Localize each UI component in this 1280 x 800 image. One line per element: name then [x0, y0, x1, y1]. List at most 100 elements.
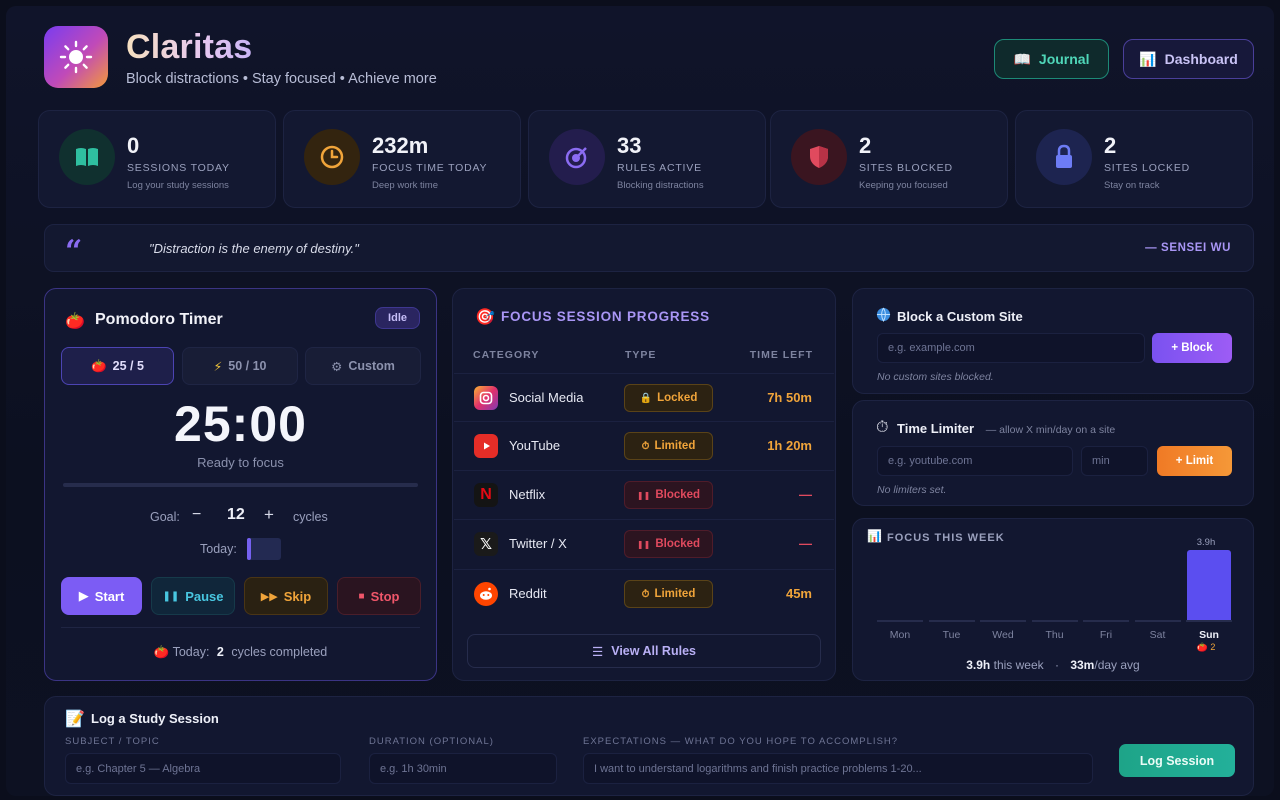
tomato-icon: 🍅: [65, 313, 85, 330]
lock-icon: 🔒: [639, 392, 653, 404]
journal-button[interactable]: 📖 Journal: [994, 39, 1109, 79]
row-name: Social Media: [509, 390, 584, 405]
block-site-title: Block a Custom Site: [897, 309, 1023, 324]
start-button[interactable]: ▶ Start: [61, 577, 142, 615]
view-all-rules-button[interactable]: ☰ View All Rules: [467, 634, 821, 668]
goal-value: 12: [227, 506, 245, 523]
start-label: Start: [94, 588, 125, 604]
today-row: Today:: [45, 537, 436, 561]
table-row[interactable]: YouTube ⏱ Limited 1h 20m: [454, 421, 834, 469]
stop-button[interactable]: ■ Stop: [337, 577, 421, 615]
focus-progress-title: FOCUS SESSION PROGRESS: [501, 309, 710, 324]
day-label: Fri: [1099, 629, 1113, 641]
stat-value: 33: [617, 133, 642, 158]
focus-week-panel: 📊 FOCUS THIS WEEK Mon Tue Wed Thu Fri Sat Sun …: [852, 518, 1254, 681]
sun-note: 🍅 2: [1196, 642, 1216, 652]
bar-baseline: [1031, 620, 1078, 622]
timer-state: Ready to focus: [197, 455, 284, 470]
pause-icon: ❚❚: [162, 590, 180, 602]
pause-button[interactable]: ❚❚ Pause: [151, 577, 235, 615]
book-icon: [59, 129, 115, 185]
pause-label: Pause: [185, 588, 224, 604]
pomodoro-panel: 🍅 Pomodoro Timer Idle 🍅 25 / 5 ⚡ 50 / 10…: [44, 288, 437, 681]
limit-minutes-input[interactable]: min: [1081, 446, 1148, 476]
type-label: Limited: [654, 588, 696, 600]
log-session-button[interactable]: Log Session: [1119, 744, 1235, 777]
shield-icon: [791, 129, 847, 185]
row-name: Netflix: [509, 487, 546, 502]
expectations-input[interactable]: I want to understand logarithms and fini…: [583, 753, 1093, 784]
goal-row: Goal: − 12 + cycles: [45, 505, 436, 529]
day-label: Sat: [1149, 629, 1166, 641]
table-row[interactable]: Reddit ⏱ Limited 45m: [454, 569, 834, 617]
subject-label: SUBJECT / TOPIC: [65, 736, 160, 747]
table-row[interactable]: 𝕏 Twitter / X ❚❚ Blocked —: [454, 519, 834, 567]
bar-sun: [1187, 550, 1231, 620]
chart-icon: 📊: [1139, 50, 1157, 67]
time-left: 7h 50m: [767, 390, 812, 405]
goal-increment-button[interactable]: +: [264, 505, 274, 525]
limit-button[interactable]: + Limit: [1157, 446, 1232, 476]
log-session-panel: 📝 Log a Study Session SUBJECT / TOPIC DU…: [44, 696, 1254, 796]
row-name: Reddit: [509, 586, 547, 601]
type-badge: ⏱ Limited: [624, 432, 713, 460]
block-button[interactable]: + Block: [1152, 333, 1232, 363]
limit-site-input[interactable]: e.g. youtube.com: [877, 446, 1073, 476]
stat-label: FOCUS TIME TODAY: [372, 162, 488, 174]
skip-label: Skip: [283, 588, 312, 604]
block-site-input[interactable]: e.g. example.com: [877, 333, 1145, 363]
pomodoro-title: Pomodoro Timer: [95, 311, 223, 328]
week-total: 3.9h: [966, 658, 991, 672]
netflix-icon: N: [474, 483, 498, 507]
limit-empty-state: No limiters set.: [877, 484, 947, 496]
sun-icon: [59, 40, 93, 74]
duration-label: DURATION (OPTIONAL): [369, 736, 494, 747]
bar-baseline: [928, 620, 975, 622]
table-row[interactable]: Social Media 🔒 Locked 7h 50m: [454, 373, 834, 421]
stop-label: Stop: [370, 588, 400, 604]
row-name: YouTube: [509, 438, 561, 453]
tab-50-10[interactable]: ⚡ 50 / 10: [182, 347, 298, 385]
tab-25-5[interactable]: 🍅 25 / 5: [61, 347, 174, 385]
x-icon: 𝕏: [474, 532, 498, 556]
stat-card-focus-time: 232m FOCUS TIME TODAY Deep work time: [283, 110, 521, 208]
type-label: Blocked: [655, 538, 701, 550]
goal-decrement-button[interactable]: −: [192, 506, 201, 524]
view-all-label: View All Rules: [611, 644, 696, 658]
skip-button[interactable]: ▶▶ Skip: [244, 577, 328, 615]
type-label: Blocked: [655, 489, 701, 501]
day-label: Mon: [889, 629, 911, 641]
block-empty-state: No custom sites blocked.: [877, 371, 994, 383]
list-icon: ☰: [592, 644, 604, 659]
quote-icon: “: [65, 234, 83, 269]
table-row[interactable]: N Netflix ❚❚ Blocked —: [454, 470, 834, 518]
lock-icon: [1036, 129, 1092, 185]
focus-progress-panel: 🎯 FOCUS SESSION PROGRESS CATEGORY TYPE T…: [452, 288, 836, 681]
stat-label: RULES ACTIVE: [617, 162, 702, 174]
bar-baseline: [877, 620, 923, 622]
day-label: Tue: [942, 629, 961, 641]
completed-suffix: cycles completed: [231, 645, 328, 659]
tab-label: Custom: [348, 359, 395, 373]
duration-input[interactable]: e.g. 1h 30min: [369, 753, 557, 784]
reddit-icon: [474, 582, 498, 606]
column-header-time-left: TIME LEFT: [749, 349, 813, 361]
stat-card-locked: 2 SITES LOCKED Stay on track: [1015, 110, 1253, 208]
book-icon: 📖: [1013, 50, 1031, 67]
journal-label: Journal: [1038, 51, 1090, 67]
time-limiter-hint: — allow X min/day on a site: [985, 424, 1116, 436]
type-badge: ❚❚ Blocked: [624, 481, 713, 509]
time-limiter-panel: ⏱ Time Limiter — allow X min/day on a si…: [852, 400, 1254, 506]
day-label: Sun: [1199, 629, 1219, 641]
tab-custom[interactable]: ⚙ Custom: [305, 347, 421, 385]
dashboard-button[interactable]: 📊 Dashboard: [1123, 39, 1254, 79]
type-label: Limited: [654, 440, 696, 452]
block-icon: ❚❚: [636, 490, 651, 500]
chart-icon: 📊: [867, 529, 882, 543]
day-label: Wed: [992, 629, 1014, 641]
stat-label: SITES LOCKED: [1104, 162, 1191, 174]
status-badge: Idle: [375, 307, 420, 329]
type-badge: 🔒 Locked: [624, 384, 713, 412]
subject-input[interactable]: e.g. Chapter 5 — Algebra: [65, 753, 341, 784]
dashboard-label: Dashboard: [1164, 51, 1238, 67]
